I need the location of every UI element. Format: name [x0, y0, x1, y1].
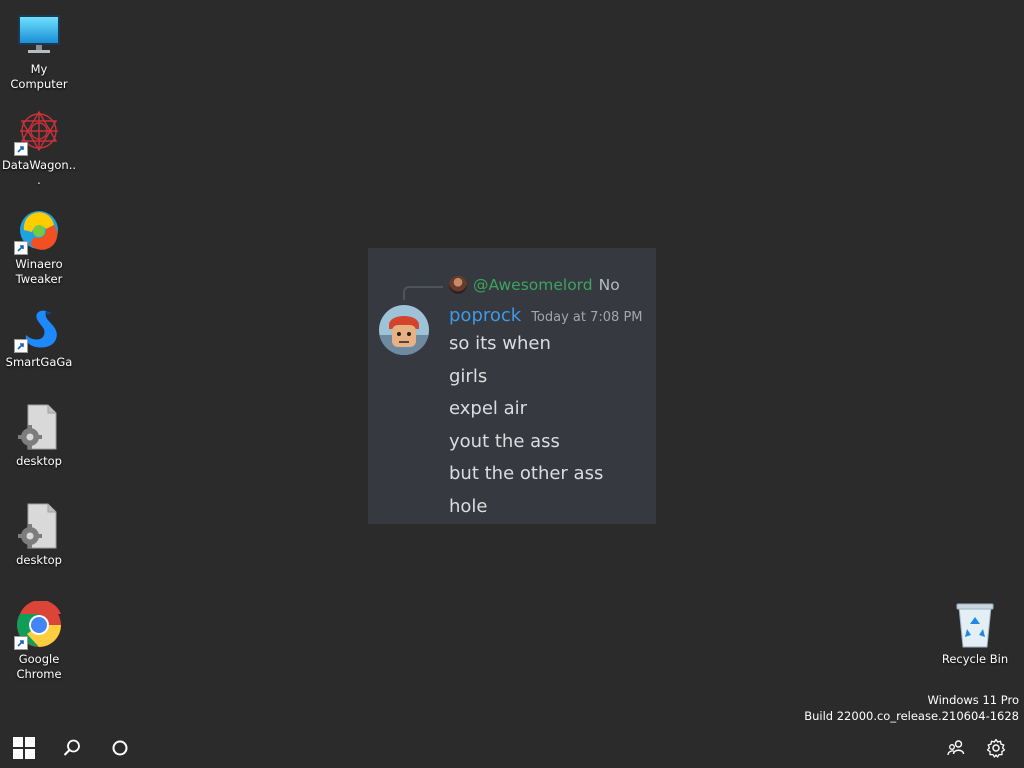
timestamp: Today at 7:08 PM: [531, 310, 643, 325]
desktop: My Computer DataWagon... Winaero Tweaker…: [0, 0, 1024, 768]
watermark-build: Build 22000.co_release.210604-1628: [804, 709, 1019, 723]
desktop-icon-datawagon[interactable]: DataWagon...: [0, 106, 78, 188]
icon-label: SmartGaGa: [5, 355, 73, 369]
recycle-bin-icon: [950, 600, 1000, 650]
icon-label: Winaero Tweaker: [15, 257, 63, 286]
desktop-icon-recycle-bin[interactable]: Recycle Bin: [936, 600, 1014, 667]
desktop-icon-winaero-tweaker[interactable]: Winaero Tweaker: [0, 205, 78, 287]
reply-connector: [403, 286, 443, 300]
chrome-icon: [14, 600, 64, 650]
avatar[interactable]: [379, 305, 429, 355]
desktop-icon-desktop-2[interactable]: desktop: [0, 501, 78, 568]
message-line: expel air: [449, 398, 528, 420]
username[interactable]: poprock: [449, 305, 521, 326]
message-line: but the other ass: [449, 463, 604, 485]
desktop-icon-my-computer[interactable]: My Computer: [0, 10, 78, 92]
shortcut-arrow-icon: [14, 142, 28, 156]
datawagon-icon: [14, 106, 64, 156]
message-header: poprock Today at 7:08 PM: [449, 305, 643, 326]
start-button[interactable]: [4, 728, 44, 768]
shortcut-arrow-icon: [14, 339, 28, 353]
taskbar: [0, 728, 1024, 768]
settings-file-icon: [14, 402, 64, 452]
people-icon: [947, 740, 965, 756]
desktop-icon-smartgaga[interactable]: SmartGaGa: [0, 303, 78, 370]
desktop-icon-desktop-1[interactable]: desktop: [0, 402, 78, 469]
message-line: yout the ass: [449, 430, 560, 452]
monitor-icon: [14, 10, 64, 60]
message-body: so its when girls expel air yout the ass…: [449, 330, 603, 526]
winaero-tweaker-icon: [14, 205, 64, 255]
windows-logo-icon: [13, 737, 35, 759]
shortcut-arrow-icon: [14, 241, 28, 255]
icon-label: Recycle Bin: [941, 652, 1009, 666]
people-button[interactable]: [936, 728, 976, 768]
message-line: girls: [449, 365, 488, 387]
reply-username[interactable]: @Awesomelord: [473, 276, 593, 294]
desktop-icon-google-chrome[interactable]: Google Chrome: [0, 600, 78, 682]
search-icon: [63, 739, 80, 756]
message-line: hole: [449, 495, 488, 517]
shortcut-arrow-icon: [14, 636, 28, 650]
reply-preview[interactable]: @Awesomelord No: [449, 276, 620, 294]
watermark-edition: Windows 11 Pro: [927, 693, 1019, 707]
icon-label: My Computer: [10, 62, 68, 91]
smartgaga-icon: [14, 303, 64, 353]
cortana-icon: [112, 740, 128, 756]
reply-avatar: [449, 276, 467, 294]
icon-label: Google Chrome: [16, 652, 62, 681]
cortana-button[interactable]: [100, 728, 140, 768]
icon-label: desktop: [16, 454, 62, 468]
message-line: so its when: [449, 333, 551, 354]
settings-button[interactable]: [976, 728, 1016, 768]
reply-text: No: [598, 276, 620, 294]
search-button[interactable]: [52, 728, 92, 768]
windows-watermark: Windows 11 Pro Build 22000.co_release.21…: [804, 692, 1019, 724]
icon-label: desktop: [16, 553, 62, 567]
icon-label: DataWagon...: [1, 158, 77, 187]
settings-gear-icon: [986, 738, 1006, 758]
settings-file-icon: [14, 501, 64, 551]
